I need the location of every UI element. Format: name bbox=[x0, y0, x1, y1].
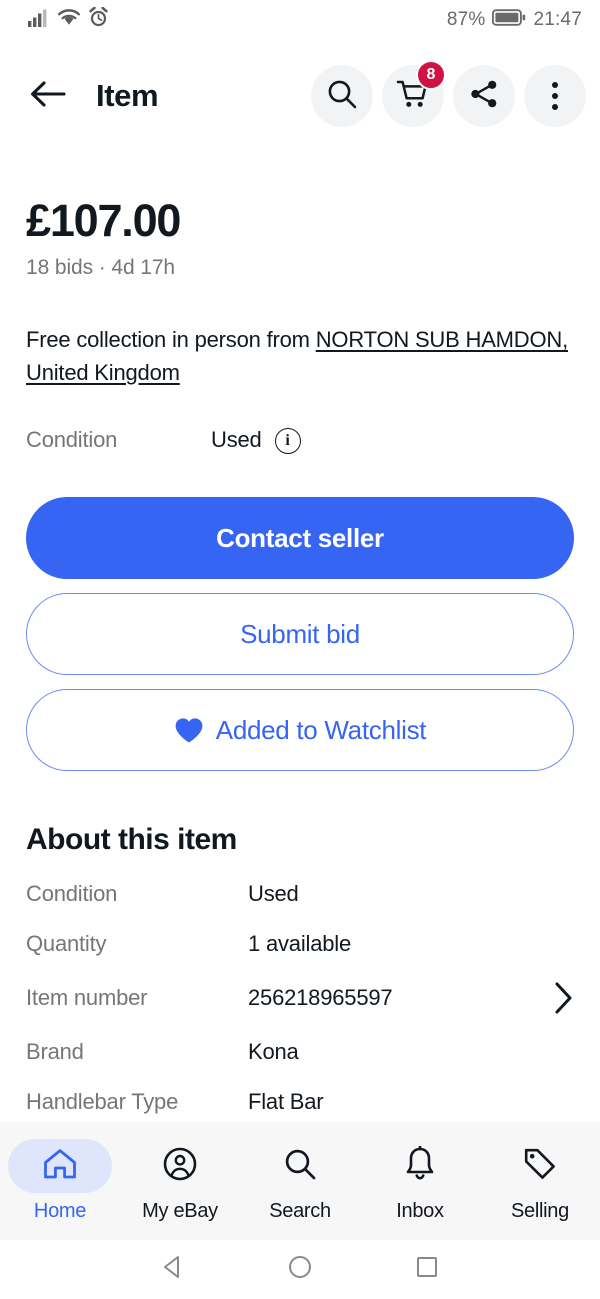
condition-row: Condition Used i bbox=[26, 427, 574, 455]
about-heading: About this item bbox=[26, 823, 237, 857]
nav-label: Search bbox=[269, 1200, 331, 1222]
submit-bid-button[interactable]: Submit bid bbox=[26, 593, 574, 676]
shipping-info: Free collection in person from NORTON SU… bbox=[26, 323, 574, 389]
bell-icon bbox=[403, 1145, 437, 1187]
cart-button[interactable]: 8 bbox=[382, 60, 446, 127]
spec-key: Item number bbox=[26, 985, 148, 1011]
action-buttons: Contact seller Submit bid Added to Watch… bbox=[26, 497, 574, 772]
alarm-icon bbox=[88, 6, 109, 33]
nav-item-inbox[interactable]: Inbox bbox=[360, 1139, 480, 1223]
phone-screen: 87% 21:47 Item 8 £107.00 18 bids · 4d 17… bbox=[0, 0, 600, 1299]
nav-icon-wrap bbox=[488, 1139, 592, 1193]
battery-icon bbox=[492, 8, 526, 33]
back-button[interactable] bbox=[22, 70, 74, 122]
condition-value: Used bbox=[211, 427, 262, 453]
heart-filled-icon bbox=[174, 717, 204, 744]
spec-key: Condition bbox=[26, 881, 118, 907]
search-button[interactable] bbox=[311, 65, 373, 127]
chevron-right-icon[interactable] bbox=[552, 981, 574, 1015]
overflow-menu-button[interactable] bbox=[524, 65, 586, 127]
status-bar: 87% 21:47 bbox=[0, 0, 600, 40]
spec-key: Handlebar Type bbox=[26, 1089, 179, 1115]
item-price: £107.00 bbox=[26, 195, 181, 246]
system-navigation-bar bbox=[0, 1240, 600, 1299]
status-bar-right: 87% 21:47 bbox=[447, 8, 582, 33]
page-title: Item bbox=[96, 78, 159, 113]
nav-item-search[interactable]: Search bbox=[240, 1139, 360, 1223]
watchlist-button[interactable]: Added to Watchlist bbox=[26, 689, 574, 772]
contact-seller-button[interactable]: Contact seller bbox=[26, 497, 574, 580]
nav-item-selling[interactable]: Selling bbox=[480, 1139, 600, 1223]
spec-row-brand: Brand Kona bbox=[26, 1039, 574, 1065]
status-bar-left bbox=[28, 6, 109, 33]
wifi-icon bbox=[57, 8, 81, 32]
spec-value: 256218965597 bbox=[248, 985, 393, 1011]
triangle-back-icon bbox=[158, 1252, 188, 1287]
nav-icon-wrap bbox=[368, 1139, 472, 1193]
app-bar: Item 8 bbox=[0, 40, 600, 152]
app-bar-actions: 8 bbox=[311, 60, 586, 127]
nav-label: Home bbox=[33, 1200, 87, 1222]
system-home-button[interactable] bbox=[285, 1252, 315, 1287]
condition-label: Condition bbox=[26, 427, 118, 453]
info-icon[interactable]: i bbox=[274, 428, 301, 455]
battery-percent: 87% bbox=[446, 9, 486, 30]
nav-icon-wrap bbox=[128, 1139, 232, 1193]
nav-item-home[interactable]: Home bbox=[0, 1139, 120, 1223]
share-icon bbox=[468, 78, 500, 115]
system-recents-button[interactable] bbox=[412, 1252, 442, 1287]
bid-info: 18 bids · 4d 17h bbox=[26, 256, 176, 280]
nav-label: Selling bbox=[511, 1200, 569, 1222]
spec-value: 1 available bbox=[248, 931, 351, 957]
spec-row-handlebar-type: Handlebar Type Flat Bar bbox=[26, 1089, 574, 1115]
spec-key: Quantity bbox=[26, 931, 107, 957]
cart-badge: 8 bbox=[416, 60, 446, 90]
spec-row-condition: Condition Used bbox=[26, 881, 574, 907]
spec-row-quantity: Quantity 1 available bbox=[26, 931, 574, 957]
home-icon bbox=[42, 1147, 78, 1186]
nav-label: My eBay bbox=[142, 1200, 218, 1222]
tag-icon bbox=[522, 1146, 558, 1187]
spec-key: Brand bbox=[26, 1039, 84, 1065]
spec-row-item-number[interactable]: Item number 256218965597 bbox=[26, 981, 574, 1015]
spec-value: Kona bbox=[248, 1039, 299, 1065]
nav-icon-wrap bbox=[248, 1139, 352, 1193]
account-circle-icon bbox=[162, 1146, 198, 1187]
search-icon bbox=[325, 77, 359, 116]
overflow-menu-icon bbox=[552, 82, 558, 110]
arrow-left-icon bbox=[28, 79, 68, 114]
nav-label: Inbox bbox=[396, 1200, 444, 1222]
spec-value: Used bbox=[248, 881, 299, 907]
square-recents-icon bbox=[412, 1252, 442, 1287]
circle-home-icon bbox=[285, 1252, 315, 1287]
shipping-prefix: Free collection in person from bbox=[26, 327, 316, 353]
nav-item-my-ebay[interactable]: My eBay bbox=[120, 1139, 240, 1223]
bottom-navigation: Home My eBay Search Inbox Selling bbox=[0, 1122, 600, 1240]
signal-icon bbox=[28, 8, 50, 32]
spec-value: Flat Bar bbox=[248, 1089, 324, 1115]
share-button[interactable] bbox=[453, 65, 515, 127]
nav-active-pill bbox=[8, 1139, 112, 1193]
status-bar-time: 21:47 bbox=[533, 9, 582, 30]
system-back-button[interactable] bbox=[158, 1252, 188, 1287]
search-icon bbox=[282, 1146, 318, 1187]
watchlist-label: Added to Watchlist bbox=[215, 714, 427, 745]
item-content: £107.00 18 bids · 4d 17h Free collection… bbox=[0, 152, 600, 1122]
